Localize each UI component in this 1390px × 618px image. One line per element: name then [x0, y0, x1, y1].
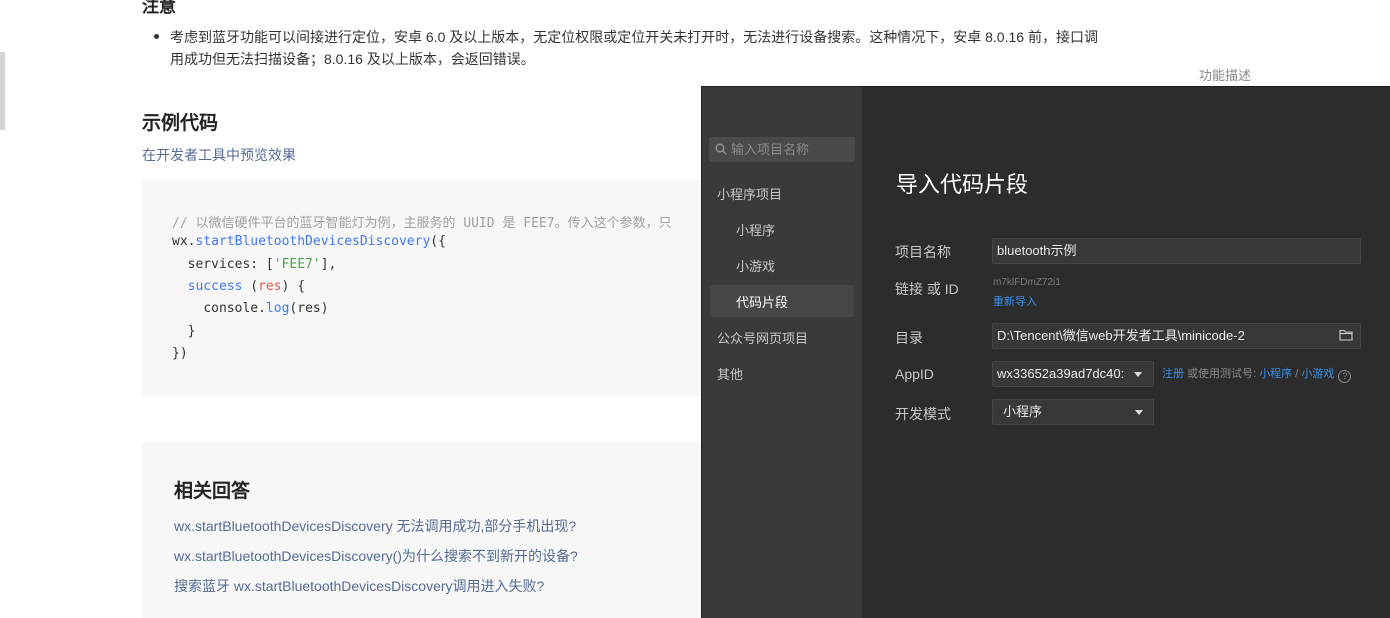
code-line-close: }) [172, 346, 188, 361]
dialog-title: 导入代码片段 [896, 172, 1029, 197]
test-miniprogram-link[interactable]: 小程序 [1259, 368, 1292, 380]
reimport-link[interactable]: 重新导入 [993, 293, 1037, 309]
or-test-account-text: 或使用测试号: [1187, 368, 1257, 380]
folder-icon[interactable] [1339, 329, 1353, 341]
sidebar-item-official-web[interactable]: 公众号网页项目 [717, 328, 808, 347]
example-code-heading: 示例代码 [142, 113, 219, 134]
appid-select[interactable]: wx33652a39ad7dc40: [992, 361, 1154, 387]
project-name-label: 项目名称 [895, 244, 951, 260]
code-line-success: success (res) { [187, 279, 306, 294]
notice-heading: 注意 [142, 0, 176, 16]
code-line-console: console.log(res) [203, 301, 329, 316]
link-or-id-label: 链接 或 ID [895, 281, 959, 297]
import-snippet-dialog: 小程序项目 小程序 小游戏 代码片段 公众号网页项目 其他 导入代码片段 项目名… [701, 86, 1390, 618]
directory-input[interactable]: D:\Tencent\微信web开发者工具\minicode-2 [992, 323, 1361, 349]
dev-mode-chevron-down-icon[interactable] [1135, 410, 1143, 415]
separator-slash: / [1295, 368, 1299, 380]
code-line-services: services: ['FEE7'], [187, 257, 337, 272]
project-search-input[interactable] [731, 137, 851, 162]
sidebar-item-code-snippet[interactable]: 代码片段 [736, 292, 788, 311]
sidebar-item-minigame[interactable]: 小游戏 [736, 256, 775, 275]
snippet-id-value: m7klFDmZ72i1 [993, 277, 1061, 288]
register-link[interactable]: 注册 [1162, 368, 1184, 380]
project-search-box[interactable] [709, 137, 855, 162]
answer-link[interactable]: wx.startBluetoothDevicesDiscovery 无法调用成功… [174, 516, 576, 536]
sidebar-item-miniprogram[interactable]: 小程序 [736, 220, 775, 239]
related-answers-heading: 相关回答 [174, 481, 251, 502]
preview-in-devtools-link[interactable]: 在开发者工具中预览效果 [142, 145, 296, 165]
code-block: // 以微信硬件平台的蓝牙智能灯为例，主服务的 UUID 是 FEE7。传入这个… [142, 180, 762, 396]
dev-mode-label: 开发模式 [895, 406, 951, 422]
appid-dropdown-chevron-icon[interactable] [1134, 372, 1142, 377]
code-line-brace: } [187, 324, 196, 339]
appid-helper-links: 注册 或使用测试号: 小程序 / 小游戏? [1162, 365, 1352, 383]
sidebar-item-miniprogram-projects[interactable]: 小程序项目 [717, 184, 782, 203]
project-name-input[interactable]: bluetooth示例 [992, 238, 1361, 264]
dev-mode-select[interactable]: 小程序 [992, 399, 1154, 425]
test-minigame-link[interactable]: 小游戏 [1301, 368, 1334, 380]
help-icon[interactable]: ? [1338, 370, 1352, 383]
project-type-sidebar: 小程序项目 小程序 小游戏 代码片段 公众号网页项目 其他 [702, 87, 862, 618]
search-icon [715, 143, 727, 155]
code-line-comment: // 以微信硬件平台的蓝牙智能灯为例，主服务的 UUID 是 FEE7。传入这个… [172, 216, 672, 231]
sidebar-item-other[interactable]: 其他 [717, 364, 743, 383]
answer-link[interactable]: wx.startBluetoothDevicesDiscovery()为什么搜索… [174, 546, 578, 566]
scroll-marker [0, 52, 5, 130]
feature-description-link[interactable]: 功能描述 [1199, 65, 1251, 84]
answer-link[interactable]: 搜索蓝牙 wx.startBluetoothDevicesDiscovery调用… [174, 576, 544, 596]
appid-label: AppID [895, 366, 934, 382]
code-line-call: wx.startBluetoothDevicesDiscovery({ [172, 234, 446, 249]
notice-bullet-text: 考虑到蓝牙功能可以间接进行定位，安卓 6.0 及以上版本，无定位权限或定位开关未… [154, 26, 1110, 70]
directory-label: 目录 [895, 330, 923, 346]
